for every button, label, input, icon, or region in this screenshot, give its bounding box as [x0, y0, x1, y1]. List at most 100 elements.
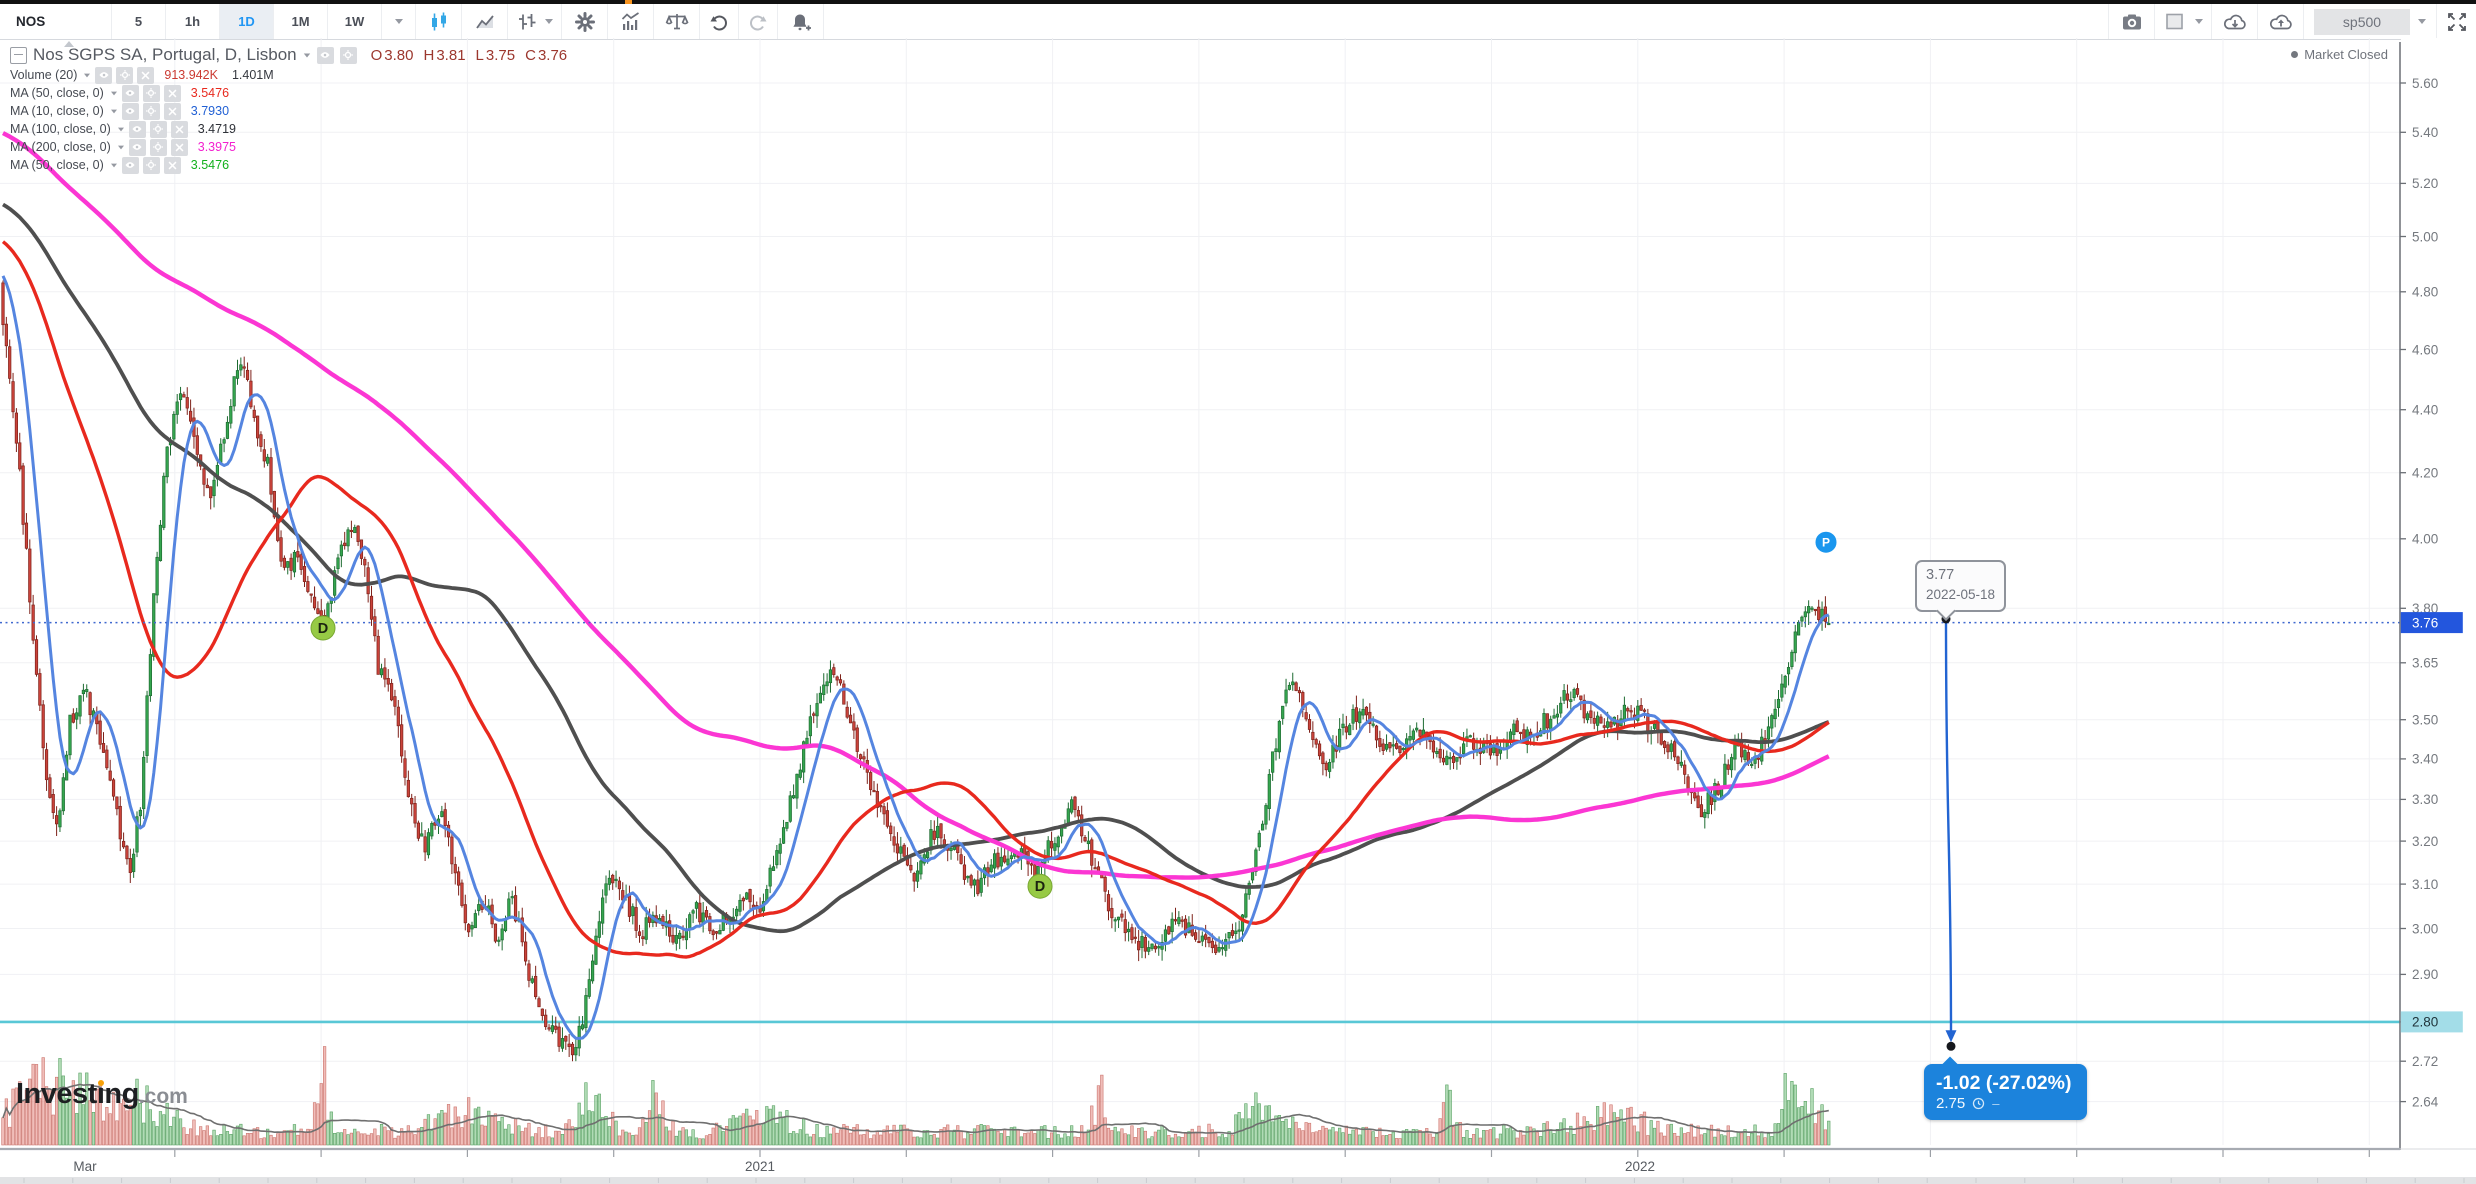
eye-icon [131, 123, 143, 135]
price-axis[interactable]: 5.605.405.205.004.804.604.404.204.003.80… [2400, 38, 2476, 1150]
chevron-down-icon [545, 19, 553, 24]
ma-10-line[interactable] [3, 276, 1829, 1039]
remove-indicator-button[interactable] [164, 157, 181, 174]
visibility-toggle-button[interactable] [122, 85, 139, 102]
load-chart-button[interactable] [2211, 4, 2257, 39]
bottom-scroll-strip[interactable] [0, 1177, 2476, 1184]
interval-5m[interactable]: 5 [112, 4, 166, 39]
visibility-toggle-button[interactable] [129, 121, 146, 138]
level-price-tag: 2.80 [2401, 1011, 2463, 1032]
price-tooltip-callout[interactable]: 3.77 2022-05-18 [1915, 560, 2006, 612]
svg-text:3.50: 3.50 [2412, 713, 2438, 728]
toolbar-right-group: sp500 [2108, 4, 2476, 39]
snapshot-button[interactable] [2108, 4, 2154, 39]
remove-indicator-button[interactable] [171, 121, 188, 138]
interval-1m[interactable]: 1M [274, 4, 328, 39]
collapse-legend-icon[interactable] [10, 47, 27, 64]
undo-button[interactable] [700, 4, 739, 39]
settings-button[interactable] [143, 103, 160, 120]
indicator-row: MA (50, close, 0)3.5476 [10, 84, 567, 102]
indicators-icon [619, 10, 643, 34]
indicator-value: 3.7930 [191, 104, 229, 118]
close-icon [174, 124, 185, 135]
instrument-title[interactable]: Nos SGPS SA, Portugal, D, Lisbon [33, 45, 297, 65]
indicator-label[interactable]: MA (200, close, 0) [10, 140, 111, 154]
bell-plus-icon [789, 10, 813, 34]
ma-100-line[interactable] [3, 205, 1829, 932]
settings-button[interactable] [116, 67, 133, 84]
remove-indicator-button[interactable] [171, 139, 188, 156]
remove-indicator-button[interactable] [164, 103, 181, 120]
indicator-value: 3.4719 [198, 122, 236, 136]
measure-line[interactable] [1942, 615, 1957, 1051]
chart-style-candles-button[interactable] [416, 4, 462, 39]
position-marker[interactable]: P [1816, 532, 1836, 552]
watchlist-symbol-input[interactable]: sp500 [2314, 9, 2410, 35]
gear-icon [152, 123, 164, 135]
compare-button[interactable] [654, 4, 700, 39]
interval-1w[interactable]: 1W [328, 4, 382, 39]
visibility-toggle-button[interactable] [95, 67, 112, 84]
visibility-toggle-button[interactable] [122, 157, 139, 174]
interval-1d[interactable]: 1D [220, 4, 274, 39]
svg-text:2.80: 2.80 [2412, 1015, 2438, 1030]
settings-button[interactable] [150, 121, 167, 138]
eye-icon [98, 69, 110, 81]
chevron-down-icon[interactable] [111, 91, 117, 95]
close-icon [140, 70, 151, 81]
visibility-toggle-button[interactable] [129, 139, 146, 156]
chevron-down-icon [395, 19, 403, 24]
chevron-down-icon[interactable] [118, 145, 124, 149]
alert-button[interactable] [778, 4, 824, 39]
chevron-down-icon[interactable] [111, 163, 117, 167]
chevron-down-icon[interactable] [303, 53, 309, 57]
indicator-label[interactable]: MA (100, close, 0) [10, 122, 111, 136]
chevron-down-icon[interactable] [84, 73, 90, 77]
chevron-down-icon[interactable] [111, 109, 117, 113]
clock-icon [1972, 1097, 1985, 1110]
indicator-label[interactable]: MA (50, close, 0) [10, 86, 104, 100]
settings-button[interactable] [143, 157, 160, 174]
indicator-label[interactable]: Volume (20) [10, 68, 77, 82]
measure-result-callout[interactable]: -1.02 (-27.02%) 2.75 – [1924, 1064, 2087, 1120]
tooltip-date: 2022-05-18 [1926, 586, 1995, 604]
interval-dropdown[interactable] [382, 4, 416, 39]
symbol-button[interactable]: NOS [0, 4, 112, 39]
settings-button[interactable] [143, 85, 160, 102]
redo-button[interactable] [739, 4, 778, 39]
chevron-down-icon[interactable] [2418, 19, 2426, 24]
svg-text:4.20: 4.20 [2412, 466, 2438, 481]
chart-style-line-button[interactable] [462, 4, 508, 39]
fullscreen-button[interactable] [2436, 4, 2476, 39]
svg-text:5.60: 5.60 [2412, 76, 2438, 91]
indicator-label[interactable]: MA (50, close, 0) [10, 158, 104, 172]
settings-button[interactable] [340, 47, 357, 64]
indicators-button[interactable] [608, 4, 654, 39]
ohlc-close: C3.76 [525, 47, 567, 64]
tooltip-price: 3.77 [1926, 566, 1995, 586]
dividend-marker[interactable]: D [1028, 874, 1052, 898]
time-axis[interactable]: Mar20212022 [0, 1149, 2476, 1174]
save-chart-button[interactable] [2257, 4, 2303, 39]
remove-indicator-button[interactable] [137, 67, 154, 84]
ma-200-line[interactable] [3, 133, 1829, 878]
ohlc-high: H3.81 [424, 47, 466, 64]
measure-change: -1.02 (-27.02%) [1936, 1071, 2071, 1095]
visibility-toggle-button[interactable] [122, 103, 139, 120]
layout-button[interactable] [2154, 4, 2211, 39]
dividend-marker[interactable]: D [311, 616, 335, 640]
settings-button[interactable] [150, 139, 167, 156]
chart-style-bars-button[interactable] [508, 4, 562, 39]
chevron-down-icon[interactable] [118, 127, 124, 131]
svg-text:D: D [1035, 879, 1045, 895]
interval-1h[interactable]: 1h [166, 4, 220, 39]
chart-settings-button[interactable] [562, 4, 608, 39]
indicator-value: 1.401M [232, 68, 274, 82]
indicator-label[interactable]: MA (10, close, 0) [10, 104, 104, 118]
svg-text:4.80: 4.80 [2412, 285, 2438, 300]
price-chart-canvas[interactable]: D D P 5.605.405.205.004.804.604.404.204.003… [0, 38, 2476, 1184]
svg-text:D: D [318, 621, 328, 637]
candles [2, 281, 1830, 1062]
visibility-toggle-button[interactable] [317, 47, 334, 64]
remove-indicator-button[interactable] [164, 85, 181, 102]
